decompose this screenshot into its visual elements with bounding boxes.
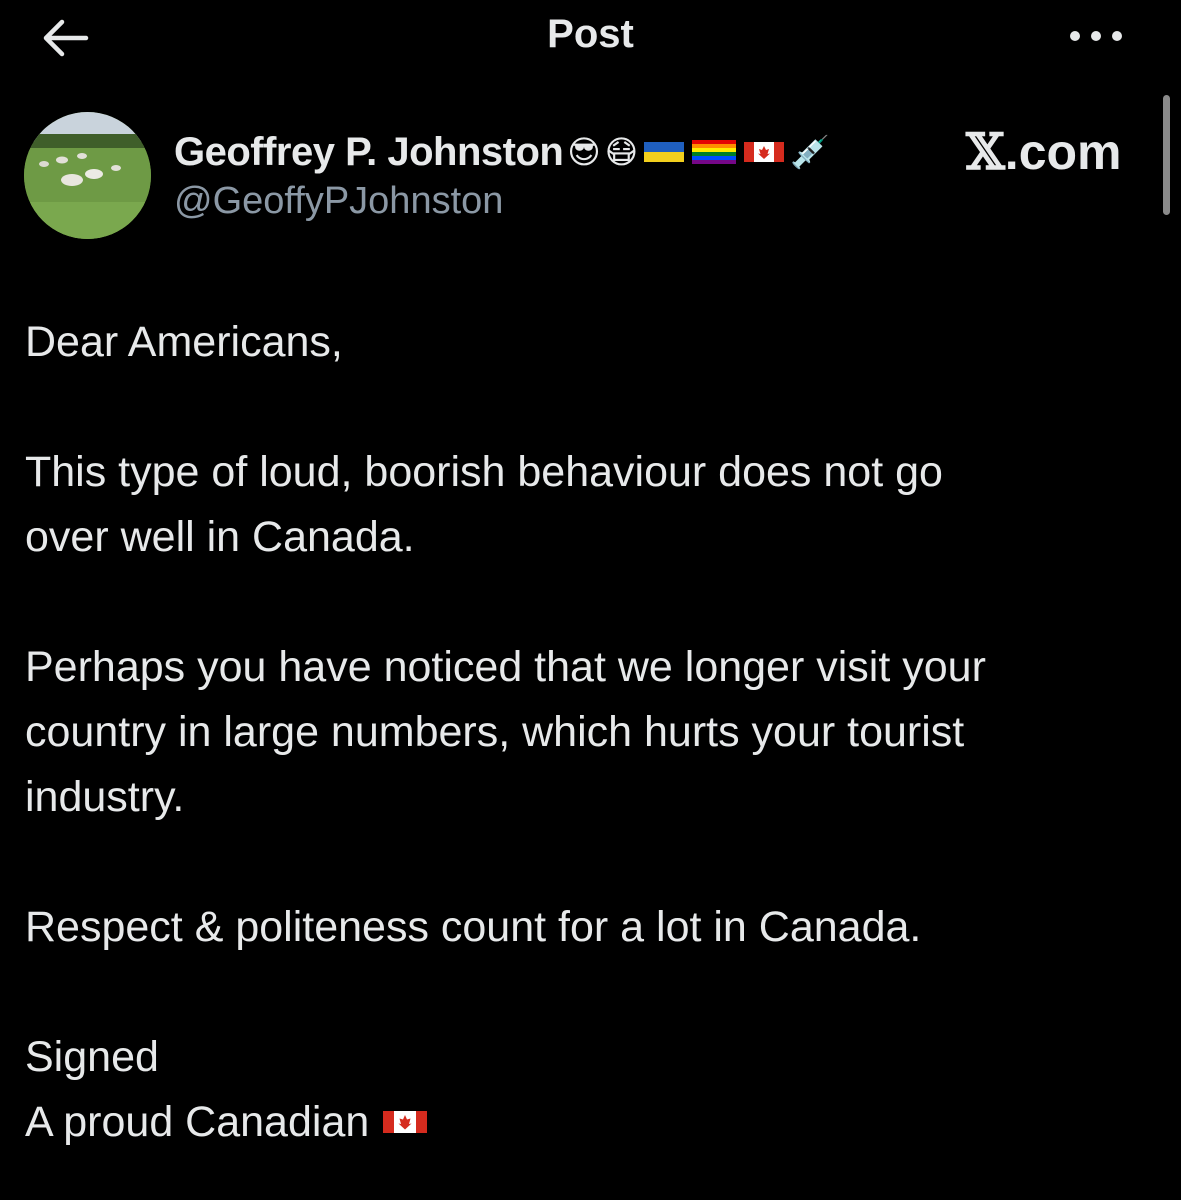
paragraph-2-line-2: country in large numbers, which hurts yo… [25,708,965,756]
top-bar: Post [0,0,1181,80]
author-handle[interactable]: @GeoffyPJohnston [174,180,503,223]
page-title: Post [547,12,634,56]
syringe-emoji-icon: 💉 [790,133,830,171]
sunglasses-emoji-icon: 😎 [567,133,601,171]
ukraine-flag-icon [642,139,686,165]
more-options-button[interactable] [1066,24,1126,48]
rainbow-flag-icon [690,137,738,167]
post-greeting: Dear Americans, [25,318,343,366]
post-signature: A proud Canadian [25,1098,370,1146]
author-display-name: Geoffrey P. Johnston [174,129,564,174]
canada-flag-icon [742,138,786,166]
paragraph-2-line-3: industry. [25,773,185,821]
paragraph-2-line-1: Perhaps you have noticed that we longer … [25,643,986,691]
x-com-watermark: 𝕏.com [966,122,1122,181]
post-paragraph-3: Respect & politeness count for a lot in … [25,903,922,951]
brand-suffix: .com [1004,124,1122,180]
more-horizontal-icon [1070,31,1122,41]
canada-flag-icon [381,1092,429,1157]
paragraph-1-line-1: This type of loud, boorish behaviour doe… [25,448,943,496]
post-signature-block: Signed A proud Canadian [25,1025,1145,1157]
avatar[interactable] [24,112,151,239]
x-logo-icon: 𝕏 [966,122,1005,181]
scrollbar-thumb[interactable] [1163,95,1170,215]
post-signed: Signed [25,1033,159,1081]
paragraph-1-line-2: over well in Canada. [25,513,415,561]
post-paragraph-2: Perhaps you have noticed that we longer … [25,635,1145,830]
mask-emoji-icon: 😷 [604,133,639,171]
post-paragraph-1: This type of loud, boorish behaviour doe… [25,440,1145,570]
author-name-row[interactable]: Geoffrey P. Johnston 😎 😷 💉 [174,124,830,180]
sheep-pasture-avatar [24,112,151,239]
post-text: Dear Americans, This type of loud, boori… [25,310,1145,1157]
